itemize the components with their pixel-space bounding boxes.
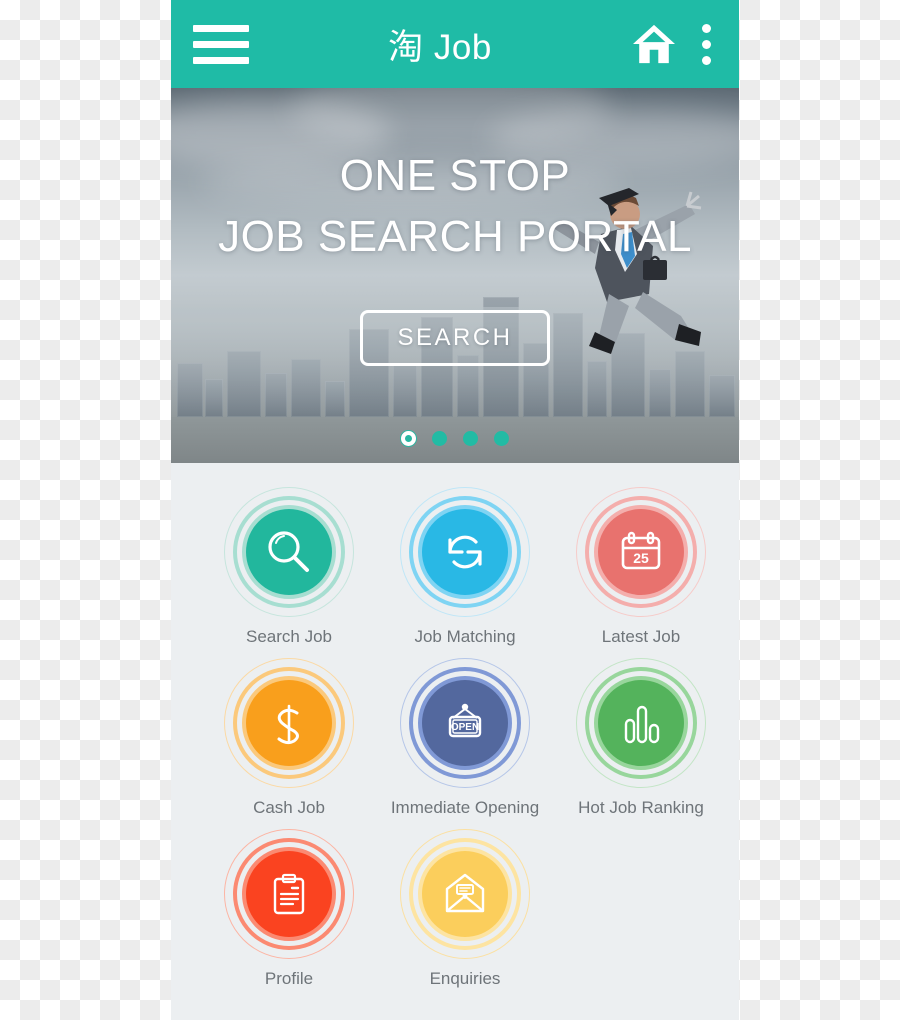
carousel-dot[interactable] xyxy=(463,431,478,446)
tile-label: Enquiries xyxy=(429,969,501,988)
tile-search-job[interactable]: Search Job xyxy=(201,487,377,647)
app-header: 淘 Job xyxy=(171,0,739,88)
svg-text:25: 25 xyxy=(633,550,649,566)
calendar-icon: 25 xyxy=(621,531,661,570)
feature-grid-row: Profile Enquiries xyxy=(171,829,739,989)
tile-immediate-opening[interactable]: OPEN Immediate Opening xyxy=(377,658,553,818)
home-icon[interactable] xyxy=(631,23,677,65)
clipboard-icon xyxy=(273,873,305,915)
tile-empty-slot xyxy=(553,829,729,989)
hamburger-icon[interactable] xyxy=(193,24,249,64)
badge xyxy=(224,487,354,617)
dollar-icon xyxy=(277,704,299,745)
tile-enquiries[interactable]: Enquiries xyxy=(377,829,553,989)
badge xyxy=(224,658,354,788)
tile-label: Profile xyxy=(264,969,314,988)
tile-label: Search Job xyxy=(246,627,332,646)
tile-job-matching[interactable]: Job Matching xyxy=(377,487,553,647)
hero-headline-line2: JOB SEARCH PORTAL xyxy=(218,211,692,261)
kebab-dot xyxy=(701,39,711,49)
tile-label: Job Matching xyxy=(414,627,516,646)
tile-label: Latest Job xyxy=(601,627,681,646)
envelope-icon xyxy=(445,873,485,913)
tile-label: Hot Job Ranking xyxy=(578,798,704,817)
header-actions xyxy=(631,22,717,67)
tile-label: Cash Job xyxy=(253,798,325,817)
magnifier-icon xyxy=(268,531,309,572)
tile-hot-job-ranking[interactable]: Hot Job Ranking xyxy=(553,658,729,818)
badge: 25 xyxy=(576,487,706,617)
kebab-dot xyxy=(701,55,711,65)
feature-grid-row: Cash Job OPEN Immediate Opening Hot Job … xyxy=(171,658,739,818)
hero-headline: ONE STOP JOB SEARCH PORTAL xyxy=(171,146,739,267)
hamburger-bar xyxy=(193,24,249,32)
carousel-dot[interactable] xyxy=(494,431,509,446)
hamburger-bar xyxy=(193,56,249,64)
badge xyxy=(576,658,706,788)
app-title: 淘 Job xyxy=(388,27,492,67)
refresh-icon xyxy=(448,535,482,569)
tile-latest-job[interactable]: 25 Latest Job xyxy=(553,487,729,647)
tile-profile[interactable]: Profile xyxy=(201,829,377,989)
carousel-dot[interactable] xyxy=(432,431,447,446)
bar-chart-icon xyxy=(624,705,660,744)
carousel-dot-active[interactable] xyxy=(401,431,416,446)
hamburger-bar xyxy=(193,40,249,48)
badge: OPEN xyxy=(400,658,530,788)
hero-headline-line1: ONE STOP xyxy=(339,151,571,200)
badge xyxy=(400,487,530,617)
svg-text:OPEN: OPEN xyxy=(451,722,479,733)
carousel-dots xyxy=(171,431,739,446)
open-sign-icon: OPEN xyxy=(448,703,482,738)
badge xyxy=(224,829,354,959)
tile-cash-job[interactable]: Cash Job xyxy=(201,658,377,818)
kebab-menu-icon[interactable] xyxy=(695,22,717,67)
badge xyxy=(400,829,530,959)
feature-grid: Search Job Job Matching 25 Latest Job Ca… xyxy=(171,463,739,1020)
app-frame: 淘 Job ONE STOP JOB SEARCH PORTAL SEARCH … xyxy=(171,0,739,1020)
feature-grid-row: Search Job Job Matching 25 Latest Job xyxy=(171,487,739,647)
hero-banner: ONE STOP JOB SEARCH PORTAL SEARCH xyxy=(171,88,739,463)
hero-search-button[interactable]: SEARCH xyxy=(360,310,550,366)
tile-label: Immediate Opening xyxy=(390,798,540,817)
kebab-dot xyxy=(701,23,711,33)
